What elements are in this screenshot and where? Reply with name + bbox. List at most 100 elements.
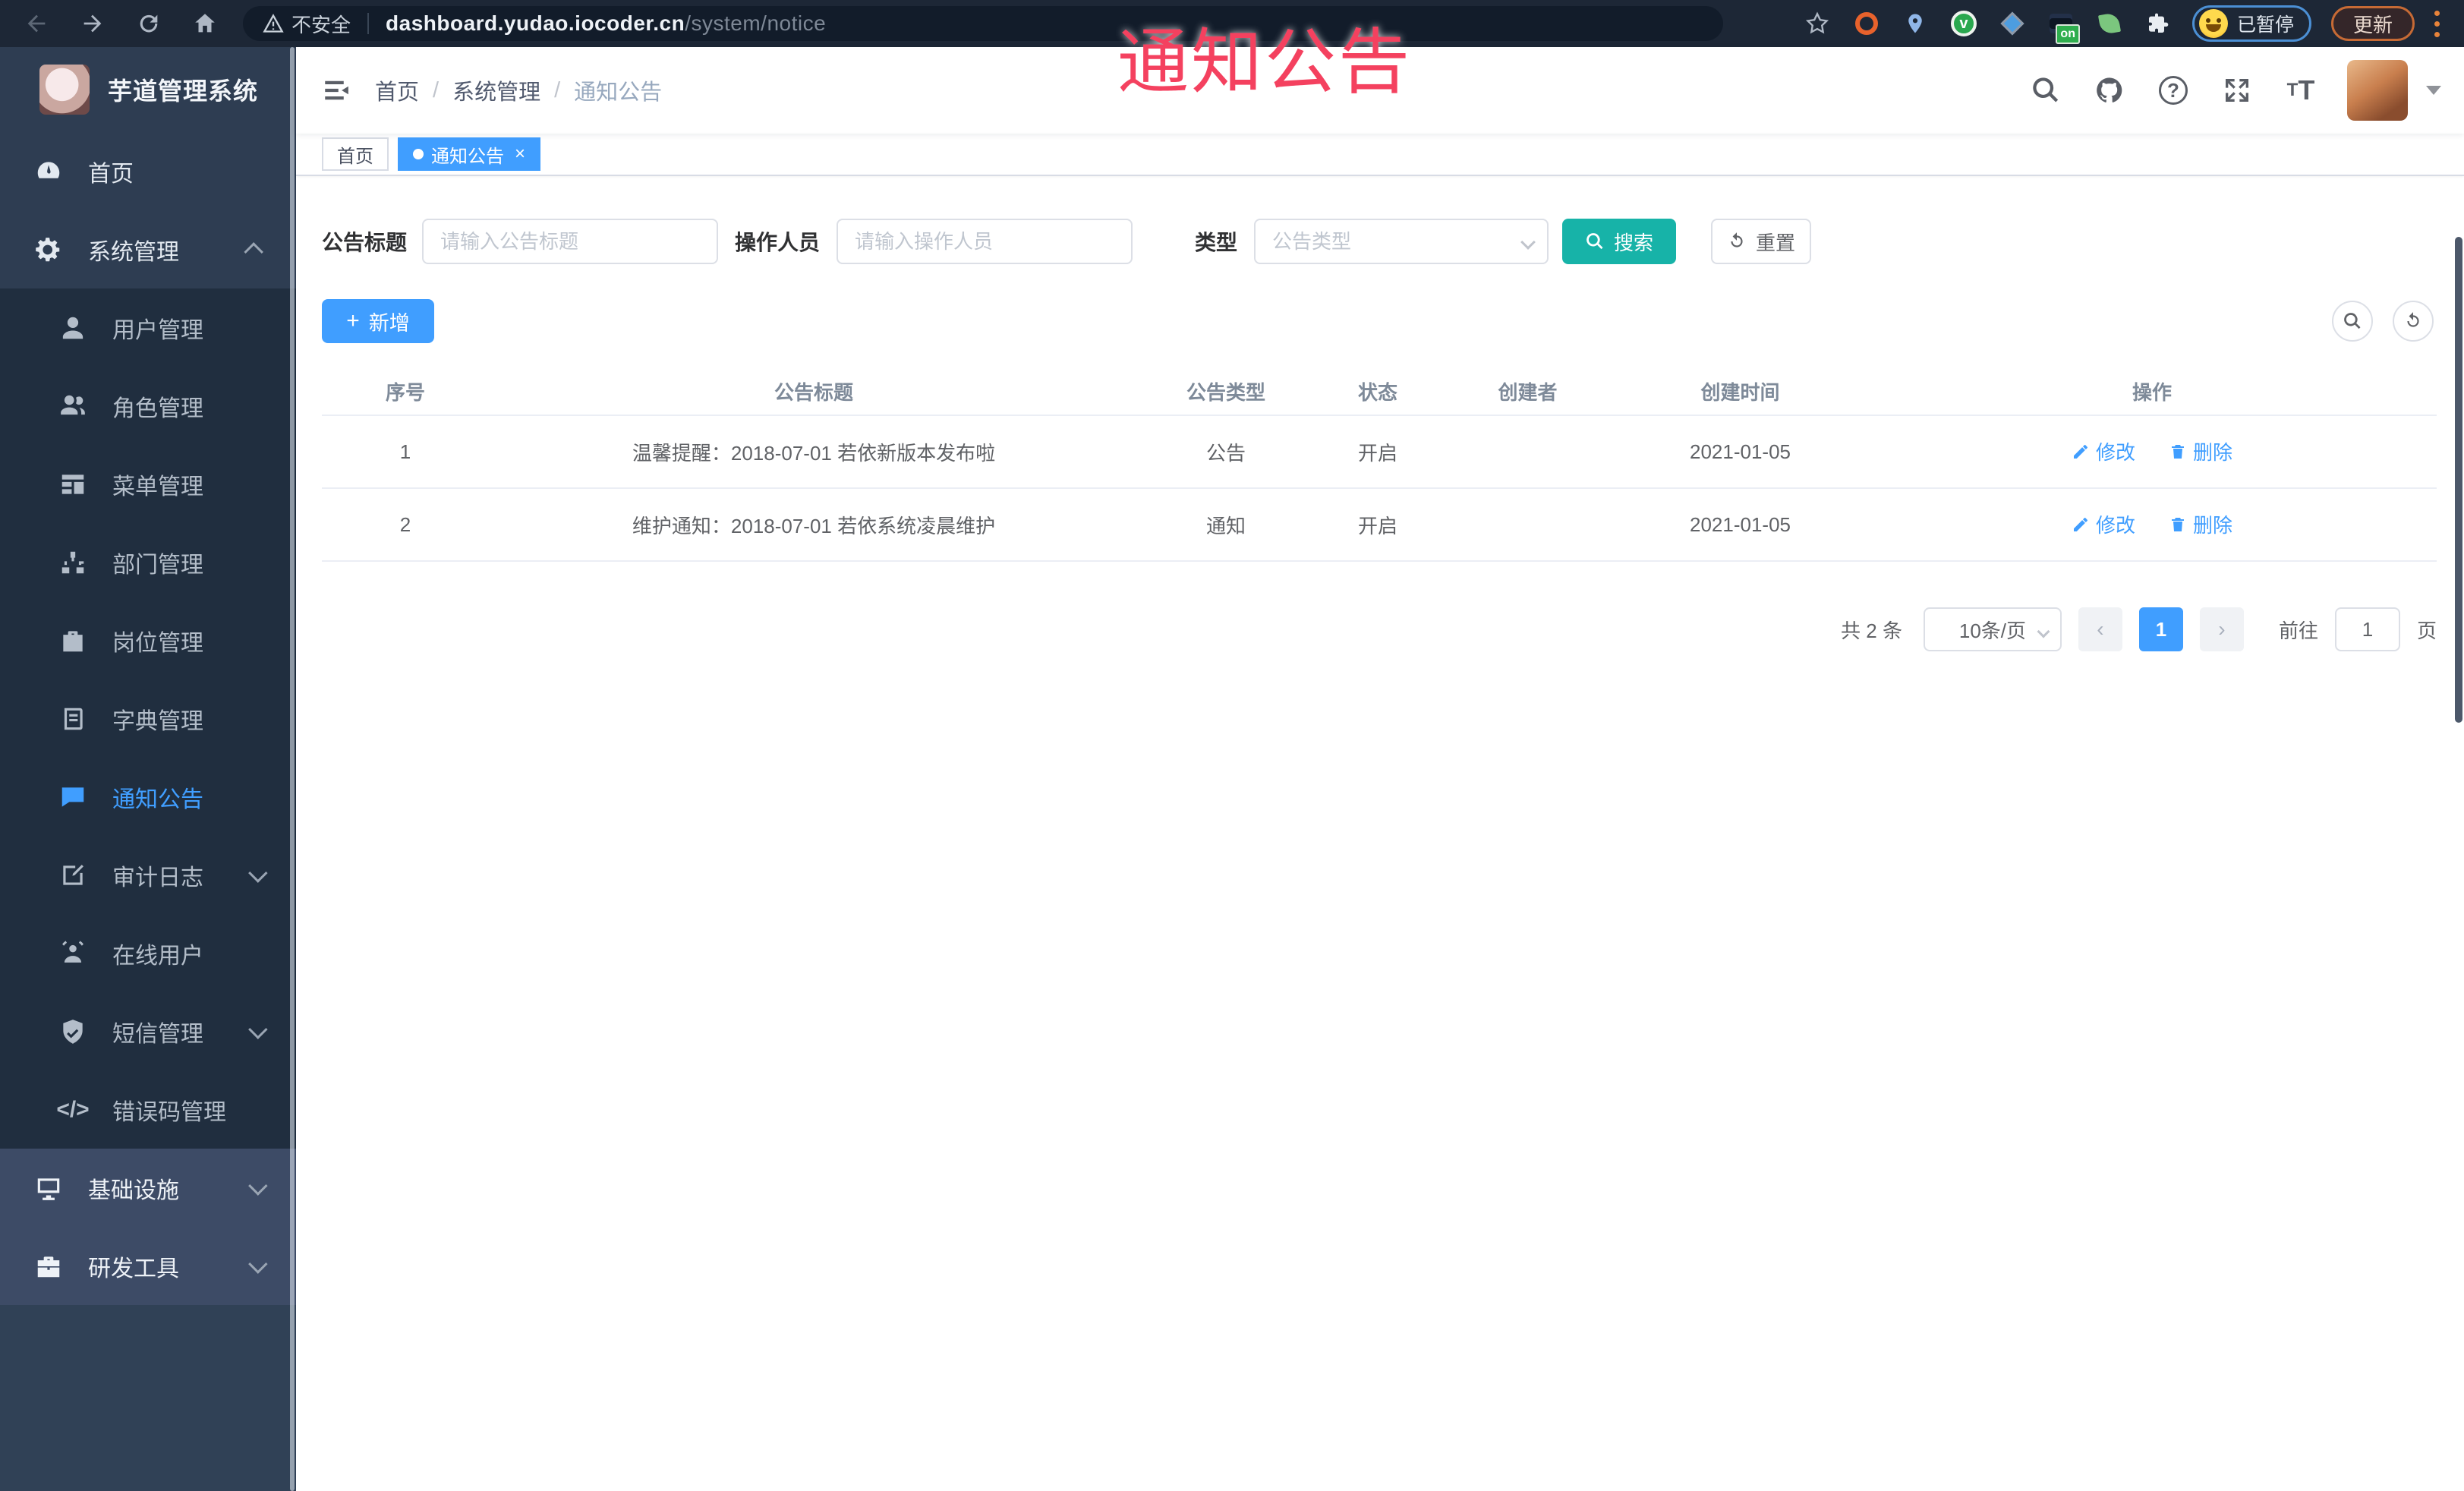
sidebar: 芋道管理系统 首页 系统管理用户管理角色管理菜单管理部门管理 岗位管理 字典管理 通知公… — [0, 47, 296, 1491]
table-toolbar: + 新增 — [322, 299, 2437, 343]
refresh-table-button[interactable] — [2393, 301, 2434, 342]
add-button[interactable]: + 新增 — [322, 299, 434, 343]
type-select-input[interactable] — [1254, 219, 1549, 264]
active-dot-icon — [413, 149, 424, 159]
table-cell: 2 — [399, 512, 411, 536]
sidebar-scrollbar[interactable] — [290, 47, 295, 1491]
switch-extension-icon[interactable]: on — [2047, 9, 2080, 44]
back-icon[interactable] — [21, 8, 52, 39]
update-button[interactable]: 更新 — [2330, 6, 2415, 41]
font-size-icon[interactable]: TT — [2283, 73, 2318, 108]
breadcrumb-home[interactable]: 首页 — [375, 74, 419, 106]
help-icon[interactable]: ? — [2156, 73, 2191, 108]
tab-notice[interactable]: 通知公告 × — [398, 137, 541, 171]
edit-button[interactable]: 修改 — [2072, 510, 2135, 538]
gear-icon — [32, 233, 65, 266]
pagination: 共 2 条 10条/页 ‹ 1 › 前往 页 — [322, 607, 2437, 651]
log-icon — [56, 859, 90, 892]
edit-button[interactable]: 修改 — [2072, 437, 2135, 465]
security-warning[interactable]: 不安全 — [263, 10, 351, 38]
sidebar-item-notice[interactable]: 通知公告 — [0, 758, 296, 836]
url-path: /system/notice — [685, 11, 827, 35]
search-icon — [2344, 313, 2361, 329]
close-icon[interactable]: × — [515, 145, 525, 163]
search-button[interactable]: 搜索 — [1562, 219, 1677, 264]
page-number-1[interactable]: 1 — [2138, 607, 2183, 651]
sidebar-item-home[interactable]: 首页 — [0, 132, 296, 210]
url-bar[interactable]: 不安全 dashboard.yudao.iocoder.cn/system/no… — [243, 6, 1723, 41]
sidebar-item-label: 研发工具 — [88, 1256, 179, 1281]
delete-button[interactable]: 删除 — [2169, 437, 2232, 465]
sidebar-item-menu[interactable]: 菜单管理 — [0, 445, 296, 523]
extension-icon[interactable] — [1852, 9, 1881, 38]
prev-page-button[interactable]: ‹ — [2078, 607, 2122, 651]
logo-row[interactable]: 芋道管理系统 — [0, 47, 296, 132]
chevron-down-icon[interactable] — [2426, 86, 2441, 95]
total-count: 共 2 条 — [1841, 619, 1902, 642]
title-filter-input[interactable] — [422, 219, 719, 264]
goto-label: 前往 — [2278, 619, 2318, 642]
sidebar-item-user[interactable]: 用户管理 — [0, 288, 296, 367]
table-cell: 2021-01-05 — [1690, 512, 1791, 536]
leaf-extension-icon[interactable] — [2095, 9, 2124, 38]
green-extension-icon[interactable]: v — [1949, 9, 1978, 38]
avatar[interactable] — [2347, 60, 2408, 121]
hamburger-icon[interactable] — [319, 72, 355, 109]
reset-button[interactable]: 重置 — [1711, 219, 1812, 264]
type-filter-select[interactable] — [1237, 219, 1549, 264]
url-text: dashboard.yudao.iocoder.cn/system/notice — [386, 11, 826, 36]
peoples-icon — [56, 389, 90, 423]
search-icon — [1586, 233, 1603, 250]
search-icon[interactable] — [2028, 73, 2063, 108]
profile-chip[interactable]: 已暂停 — [2191, 5, 2311, 42]
sidebar-item-role[interactable]: 角色管理 — [0, 367, 296, 445]
sidebar-item-dept[interactable]: 部门管理 — [0, 523, 296, 601]
sidebar-item-sms[interactable]: 短信管理 — [0, 992, 296, 1070]
sidebar-item-label: 审计日志 — [112, 865, 203, 891]
content-scrollbar[interactable] — [2455, 237, 2462, 723]
sidebar-item-online-user[interactable]: 在线用户 — [0, 914, 296, 992]
diamond-extension-icon[interactable] — [1998, 9, 2027, 38]
fullscreen-icon[interactable] — [2220, 73, 2254, 108]
operator-filter-label: 操作人员 — [735, 231, 821, 254]
forward-icon[interactable] — [77, 8, 108, 39]
sidebar-item-infra[interactable]: 基础设施 — [0, 1149, 296, 1227]
sidebar-item-dev-tool[interactable]: 研发工具 — [0, 1227, 296, 1305]
sidebar-item-label: 错误码管理 — [112, 1099, 226, 1125]
pin-extension-icon[interactable] — [1901, 9, 1930, 38]
refresh-icon — [2407, 312, 2419, 327]
user-icon — [56, 311, 90, 345]
message-icon — [56, 780, 90, 814]
column-header: 公告类型 — [1186, 380, 1265, 404]
security-label: 不安全 — [291, 13, 351, 36]
sidebar-item-label: 角色管理 — [112, 396, 203, 421]
bookmark-star-icon[interactable] — [1802, 8, 1832, 39]
extensions-puzzle-icon[interactable] — [2144, 9, 2173, 38]
home-icon[interactable] — [190, 8, 220, 39]
sidebar-item-label: 用户管理 — [112, 317, 203, 343]
chevron-down-icon — [248, 862, 268, 883]
sidebar-item-dict[interactable]: 字典管理 — [0, 679, 296, 758]
notice-table: 序号 公告标题 公告类型 状态 创建者 创建时间 操作 1 温馨提醒：2018-07-01 若依… — [322, 367, 2437, 562]
breadcrumb: 首页 / 系统管理 / 通知公告 — [375, 74, 662, 106]
next-page-button[interactable]: › — [2199, 607, 2244, 651]
sidebar-item-system[interactable]: 系统管理 — [0, 210, 296, 288]
reload-icon[interactable] — [134, 8, 164, 39]
online-icon — [56, 937, 90, 970]
sidebar-item-audit-log[interactable]: 审计日志 — [0, 836, 296, 914]
goto-page-input[interactable] — [2334, 607, 2400, 651]
toggle-search-button[interactable] — [2332, 301, 2373, 342]
extension-badge: on — [2056, 24, 2080, 44]
page-size-select[interactable]: 10条/页 — [1923, 607, 2062, 651]
browser-menu-icon[interactable] — [2434, 10, 2444, 37]
sidebar-item-label: 菜单管理 — [112, 474, 203, 500]
type-filter-label: 类型 — [1195, 231, 1238, 254]
operator-filter-input[interactable] — [837, 219, 1133, 264]
breadcrumb-system[interactable]: 系统管理 — [452, 74, 540, 106]
github-icon[interactable] — [2092, 73, 2127, 108]
sidebar-item-error-code[interactable]: </> 错误码管理 — [0, 1070, 296, 1149]
tool-icon — [32, 1250, 65, 1283]
delete-button[interactable]: 删除 — [2169, 510, 2232, 538]
sidebar-item-post[interactable]: 岗位管理 — [0, 601, 296, 679]
tab-home[interactable]: 首页 — [322, 137, 389, 171]
